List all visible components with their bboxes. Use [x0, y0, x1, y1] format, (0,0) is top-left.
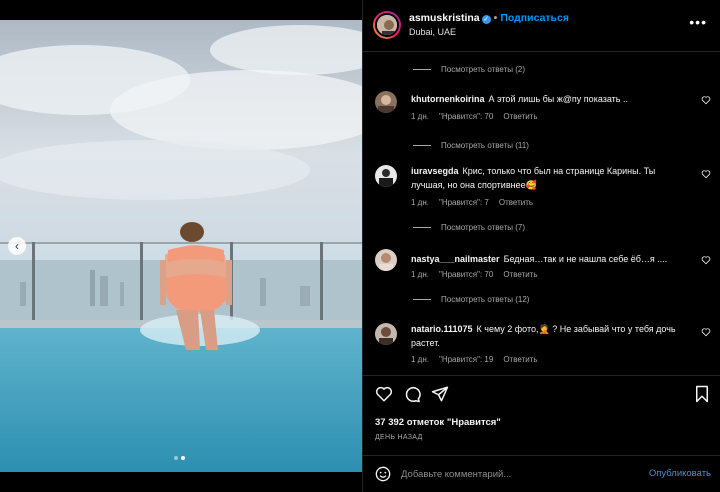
view-replies-button[interactable]: Посмотреть ответы (11): [413, 141, 529, 150]
reply-button[interactable]: Ответить: [503, 112, 537, 121]
view-replies-label: Посмотреть ответы (7): [441, 223, 526, 232]
post-date: ДЕНЬ НАЗАД: [375, 434, 423, 441]
comment-time: 1 дн.: [411, 270, 429, 279]
publish-button[interactable]: Опубликовать: [649, 468, 711, 479]
heart-icon[interactable]: [375, 385, 393, 403]
carousel-dot: [174, 456, 178, 460]
follow-button[interactable]: Подписаться: [500, 12, 569, 24]
avatar[interactable]: [375, 249, 397, 271]
comment-body: Бедная…так и не нашла себе ёб…я ....: [503, 254, 668, 264]
comment-text: khutornenkoirina А этой лишь бы ж@пу пока…: [411, 92, 681, 106]
reply-button[interactable]: Ответить: [499, 198, 533, 207]
view-replies-label: Посмотреть ответы (11): [441, 141, 529, 150]
view-replies-label: Посмотреть ответы (12): [441, 295, 530, 304]
comment-likes[interactable]: "Нравится": 70: [439, 270, 493, 279]
comment-likes[interactable]: "Нравится": 70: [439, 112, 493, 121]
comment-text: nastya___nailmaster Бедная…так и не нашла…: [411, 252, 681, 266]
comment-meta: 1 дн. "Нравится": 70 Ответить: [411, 270, 538, 279]
view-replies-button[interactable]: Посмотреть ответы (12): [413, 295, 529, 304]
carousel-dots: [174, 456, 185, 460]
divider: [413, 299, 431, 300]
reply-button[interactable]: Ответить: [503, 270, 537, 279]
comments-list: Посмотреть ответы (2) khutornenkoirina А …: [363, 53, 720, 375]
comment-icon[interactable]: [403, 385, 421, 403]
comment-body: А этой лишь бы ж@пу показать ..: [488, 94, 628, 104]
comment-text: iuravsegda Крис, только что был на страни…: [411, 164, 681, 192]
heart-icon[interactable]: [701, 255, 711, 265]
avatar[interactable]: [375, 323, 397, 345]
share-icon[interactable]: [431, 385, 449, 403]
verified-icon: ✓: [481, 15, 491, 24]
view-replies-button[interactable]: Посмотреть ответы (7): [413, 223, 525, 232]
avatar[interactable]: [375, 91, 397, 113]
heart-icon[interactable]: [701, 327, 711, 337]
post-panel: asmuskristina ✓ • Подписаться Dubai, UAE ••…: [362, 0, 720, 492]
comment-username[interactable]: iuravsegda: [411, 166, 459, 176]
avatar[interactable]: [375, 165, 397, 187]
emoji-icon[interactable]: [375, 466, 391, 482]
comment-time: 1 дн.: [411, 198, 429, 207]
location-link[interactable]: Dubai, UAE: [409, 27, 456, 37]
heart-icon[interactable]: [701, 95, 711, 105]
divider: [413, 69, 431, 70]
separator: •: [493, 12, 498, 24]
view-replies-label: Посмотреть ответы (2): [441, 65, 526, 74]
username-link[interactable]: asmuskristina: [409, 12, 480, 24]
comment-composer: Опубликовать: [363, 455, 720, 492]
avatar[interactable]: [373, 11, 401, 39]
post-photo[interactable]: [0, 20, 362, 472]
carousel-prev-button[interactable]: ‹: [8, 237, 26, 255]
bookmark-icon[interactable]: [693, 385, 711, 403]
comment-likes[interactable]: "Нравится": 7: [439, 198, 489, 207]
reply-button[interactable]: Ответить: [503, 355, 537, 364]
comment-meta: 1 дн. "Нравится": 7 Ответить: [411, 198, 533, 207]
comment-time: 1 дн.: [411, 112, 429, 121]
comment-text: natario.111075 К чему 2 фото,🤦 ? Не забыв…: [411, 322, 681, 350]
post-actions: 37 392 отметок "Нравится" ДЕНЬ НАЗАД: [363, 375, 720, 455]
divider: [413, 227, 431, 228]
more-icon[interactable]: •••: [689, 14, 707, 30]
comment-likes[interactable]: "Нравится": 19: [439, 355, 493, 364]
comment-username[interactable]: nastya___nailmaster: [411, 254, 500, 264]
comment-input[interactable]: [401, 465, 631, 483]
post-header: asmuskristina ✓ • Подписаться Dubai, UAE ••…: [363, 0, 720, 52]
heart-icon[interactable]: [701, 169, 711, 179]
comment-username[interactable]: khutornenkoirina: [411, 94, 485, 104]
comment-meta: 1 дн. "Нравится": 19 Ответить: [411, 355, 538, 364]
carousel-dot-active: [181, 456, 185, 460]
chevron-left-icon: ‹: [15, 239, 19, 253]
divider: [413, 145, 431, 146]
likes-count[interactable]: 37 392 отметок "Нравится": [375, 417, 501, 428]
photo-pane: ‹: [0, 0, 362, 492]
comment-username[interactable]: natario.111075: [411, 324, 473, 334]
view-replies-button[interactable]: Посмотреть ответы (2): [413, 65, 525, 74]
comment-meta: 1 дн. "Нравится": 70 Ответить: [411, 112, 538, 121]
header-user-line: asmuskristina ✓ • Подписаться: [409, 12, 569, 24]
comment-time: 1 дн.: [411, 355, 429, 364]
